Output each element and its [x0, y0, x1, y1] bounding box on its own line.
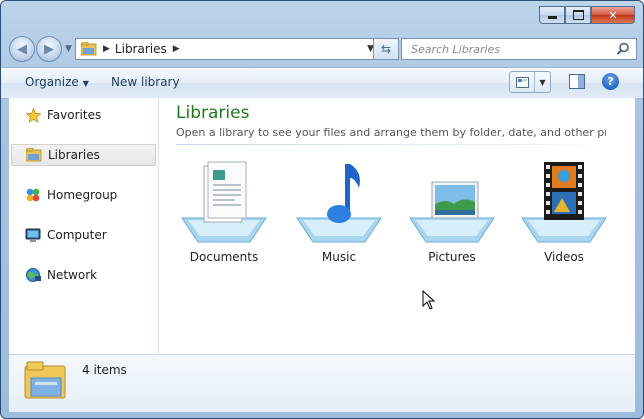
command-bar: Organize ▼ New library ▼ ?	[1, 67, 643, 99]
maximize-icon	[572, 10, 584, 20]
view-dropdown-icon[interactable]: ▼	[535, 78, 550, 87]
explorer-window: ✕ ◀ ▶ ▼ ▶ Libraries ▶ ▼ ⇆ Search Librari…	[0, 0, 644, 419]
change-view-button[interactable]: ▼	[509, 71, 551, 93]
library-label: Pictures	[428, 250, 476, 264]
refresh-icon: ⇆	[380, 42, 392, 56]
library-pane: Libraries Open a library to see your fil…	[159, 98, 635, 354]
library-documents[interactable]: Documents	[174, 160, 274, 264]
maximize-button[interactable]	[565, 6, 591, 24]
history-buttons: ◀ ▶ ▼	[9, 36, 72, 62]
library-pictures[interactable]: Pictures	[402, 160, 502, 264]
sidebar-item-favorites[interactable]: Favorites	[11, 104, 156, 126]
caption-buttons: ✕	[539, 6, 635, 24]
back-button[interactable]: ◀	[9, 36, 35, 62]
search-icon[interactable]	[616, 42, 630, 56]
computer-icon	[25, 227, 41, 243]
breadcrumb-separator-icon[interactable]: ▶	[103, 44, 110, 54]
documents-library-icon	[178, 160, 270, 244]
details-pane: 4 items	[9, 354, 635, 412]
sidebar-item-computer[interactable]: Computer	[11, 224, 156, 246]
new-library-button[interactable]: New library	[111, 75, 180, 89]
organize-label: Organize	[25, 75, 79, 89]
network-icon	[25, 267, 41, 283]
libraries-folder-icon	[81, 42, 97, 56]
minimize-button[interactable]	[539, 6, 565, 24]
forward-arrow-icon: ▶	[44, 41, 54, 57]
view-mode-icon[interactable]	[510, 72, 535, 92]
refresh-button[interactable]: ⇆	[373, 38, 399, 60]
sidebar-item-libraries[interactable]: Libraries	[11, 144, 156, 166]
videos-library-icon	[518, 160, 610, 244]
help-icon[interactable]: ?	[602, 73, 619, 90]
search-box[interactable]	[401, 38, 637, 60]
mouse-pointer-icon	[422, 290, 436, 310]
close-icon: ✕	[608, 8, 618, 22]
breadcrumb-libraries[interactable]: Libraries	[115, 42, 167, 56]
sidebar-item-network[interactable]: Network	[11, 264, 156, 286]
forward-button[interactable]: ▶	[36, 36, 62, 62]
sidebar-item-label: Favorites	[47, 108, 102, 122]
page-subtitle: Open a library to see your files and arr…	[176, 126, 606, 139]
address-bar[interactable]: ▶ Libraries ▶ ▼	[75, 38, 397, 60]
homegroup-icon	[25, 187, 41, 203]
pictures-library-icon	[406, 160, 498, 244]
item-count: 4 items	[82, 363, 127, 377]
content-area: Favorites Libraries Homegroup Computer N…	[9, 98, 635, 354]
library-videos[interactable]: Videos	[514, 160, 614, 264]
libraries-large-icon	[24, 361, 66, 399]
minimize-icon	[547, 16, 557, 19]
sidebar-item-label: Homegroup	[47, 188, 118, 202]
new-library-label: New library	[111, 75, 180, 89]
library-music[interactable]: Music	[289, 160, 389, 264]
close-button[interactable]: ✕	[591, 6, 635, 24]
sidebar-item-label: Libraries	[48, 148, 100, 162]
navigation-pane: Favorites Libraries Homegroup Computer N…	[9, 98, 159, 354]
page-title: Libraries	[176, 103, 250, 123]
music-library-icon	[293, 160, 385, 244]
sidebar-item-label: Computer	[47, 228, 107, 242]
recent-pages-dropdown[interactable]: ▼	[65, 44, 72, 54]
navigation-bar: ◀ ▶ ▼ ▶ Libraries ▶ ▼ ⇆	[9, 36, 637, 62]
breadcrumb-separator-icon[interactable]: ▶	[173, 44, 180, 54]
sidebar-item-label: Network	[47, 268, 98, 282]
sidebar-item-homegroup[interactable]: Homegroup	[11, 184, 156, 206]
library-label: Videos	[544, 250, 584, 264]
back-arrow-icon: ◀	[17, 41, 27, 57]
library-label: Documents	[189, 250, 259, 264]
star-icon	[25, 107, 41, 123]
chevron-down-icon: ▼	[82, 79, 89, 88]
libraries-icon	[26, 147, 42, 163]
library-label: Music	[321, 250, 357, 264]
search-input[interactable]	[409, 41, 598, 57]
title-divider	[176, 144, 606, 145]
organize-menu[interactable]: Organize ▼	[25, 75, 89, 89]
preview-pane-icon[interactable]	[569, 74, 585, 89]
